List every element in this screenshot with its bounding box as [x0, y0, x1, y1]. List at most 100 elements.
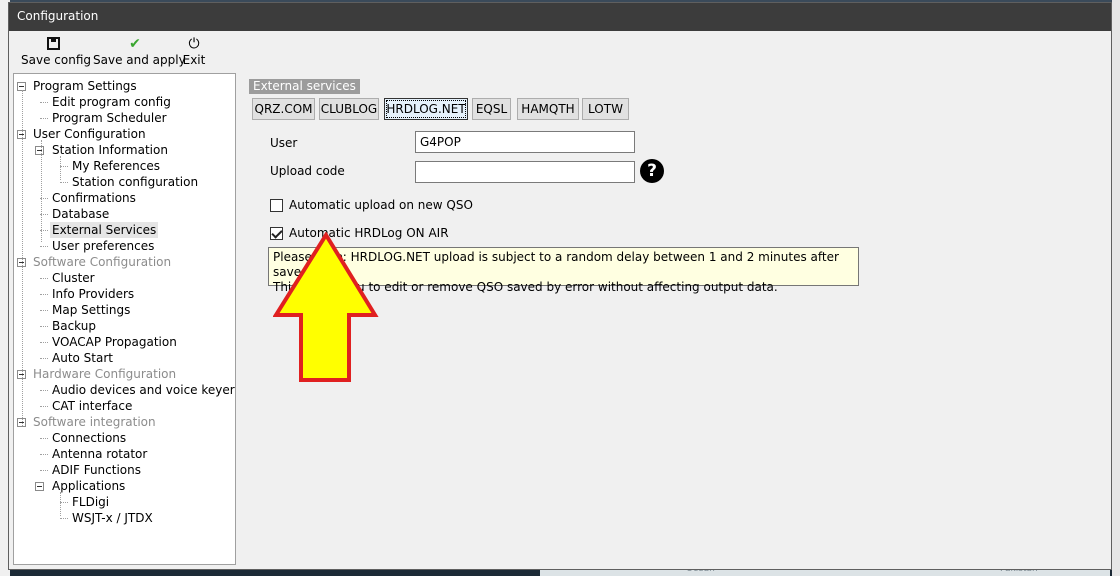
tree-item-my-references[interactable]: My References [14, 158, 235, 174]
tree-item-label: Cluster [52, 271, 95, 285]
upload-code-field[interactable] [415, 161, 635, 183]
tree-connector [40, 326, 48, 327]
tree-item-database[interactable]: Database [14, 206, 235, 222]
tree-connector [40, 246, 48, 247]
tree-connector [40, 470, 48, 471]
tree-item-backup[interactable]: Backup [14, 318, 235, 334]
exit-button[interactable]: ⏻ Exit [182, 35, 206, 69]
checkmark-icon: ✔ [129, 36, 141, 52]
tree-item-user-configuration[interactable]: User Configuration [14, 126, 235, 142]
tree-item-auto-start[interactable]: Auto Start [14, 350, 235, 366]
tree-connector [60, 182, 68, 183]
tab-clublog[interactable]: CLUBLOG [319, 98, 379, 120]
tree-item-label: WSJT-x / JTDX [72, 511, 153, 525]
tree-connector [40, 102, 48, 103]
tree-connector [60, 166, 68, 167]
tree-item-software-integration[interactable]: Software integration [14, 414, 235, 430]
tab-lotw[interactable]: LOTW [582, 98, 629, 120]
tree-item-audio-devices-and-voice-keyer[interactable]: Audio devices and voice keyer [14, 382, 235, 398]
tree-connector [41, 140, 42, 242]
tree-item-connections[interactable]: Connections [14, 430, 235, 446]
user-field[interactable] [415, 131, 635, 153]
tree-item-label: User Configuration [33, 127, 146, 141]
tree-item-label: VOACAP Propagation [52, 335, 177, 349]
tree-item-label: CAT interface [52, 399, 133, 413]
collapse-icon[interactable] [35, 482, 44, 491]
exit-label: Exit [182, 53, 206, 67]
tree-item-user-preferences[interactable]: User preferences [14, 238, 235, 254]
save-config-button[interactable]: Save config [21, 35, 91, 69]
tree-item-applications[interactable]: Applications [14, 478, 235, 494]
tree-item-confirmations[interactable]: Confirmations [14, 190, 235, 206]
tree-item-cat-interface[interactable]: CAT interface [14, 398, 235, 414]
tree-item-fldigi[interactable]: FLDigi [14, 494, 235, 510]
user-label: User [270, 136, 298, 150]
tree-connector [40, 438, 48, 439]
tree-item-label: Station configuration [72, 175, 199, 189]
tree-item-label: Database [52, 207, 110, 221]
title-bar[interactable]: Configuration [9, 3, 1111, 31]
auto-upload-checkbox[interactable] [270, 199, 283, 212]
tree-item-label: Antenna rotator [52, 447, 148, 461]
tree-item-label: My References [72, 159, 160, 173]
tree-item-adif-functions[interactable]: ADIF Functions [14, 462, 235, 478]
tree-item-label: Software Configuration [33, 255, 172, 269]
power-icon: ⏻ [188, 36, 200, 52]
tree-item-hardware-configuration[interactable]: Hardware Configuration [14, 366, 235, 382]
configuration-window: Configuration Save config ✔ Save and app… [8, 2, 1112, 570]
tree-item-info-providers[interactable]: Info Providers [14, 286, 235, 302]
upload-code-label: Upload code [270, 164, 345, 178]
tree-connector [60, 518, 68, 519]
tree-item-software-configuration[interactable]: Software Configuration [14, 254, 235, 270]
tree-item-wsjt-x-jtdx[interactable]: WSJT-x / JTDX [14, 510, 235, 526]
tree-item-cluster[interactable]: Cluster [14, 270, 235, 286]
tree-connector [40, 342, 48, 343]
tab-hrdlog-net[interactable]: HRDLOG.NET [384, 98, 468, 120]
tree-connector [40, 294, 48, 295]
tree-connector [60, 492, 61, 516]
group-caption: External services [249, 79, 360, 94]
tab-eqsl[interactable]: EQSL [472, 98, 511, 120]
tree-connector [40, 118, 48, 119]
tree-item-label: Auto Start [52, 351, 113, 365]
tree-item-label: Map Settings [52, 303, 131, 317]
tab-hamqth[interactable]: HAMQTH [517, 98, 579, 120]
tree-item-label: Station Information [52, 143, 168, 157]
settings-tree[interactable]: Program Settings Edit program config Progr… [13, 73, 236, 565]
tree-item-program-scheduler[interactable]: Program Scheduler [14, 110, 235, 126]
tree-item-station-information[interactable]: Station Information [14, 142, 235, 158]
tree-item-external-services[interactable]: External Services [14, 222, 235, 238]
tree-item-label: Program Scheduler [52, 111, 167, 125]
tab-qrz-com[interactable]: QRZ.COM [252, 98, 315, 120]
tree-item-station-configuration[interactable]: Station configuration [14, 174, 235, 190]
tree-connector [40, 406, 48, 407]
tree-item-label: Info Providers [52, 287, 135, 301]
tree-item-program-settings[interactable]: Program Settings [14, 78, 235, 94]
tree-item-label: ADIF Functions [52, 463, 141, 477]
tree-connector [40, 278, 48, 279]
save-and-apply-label: Save and apply [93, 53, 186, 67]
tree-item-label: Software integration [33, 415, 156, 429]
tree-item-label: Backup [52, 319, 96, 333]
tree-connector [40, 358, 48, 359]
window-title: Configuration [17, 9, 99, 23]
tree-connector [22, 90, 23, 426]
tree-item-label: Edit program config [52, 95, 171, 109]
tree-connector [60, 156, 61, 180]
annotation-arrow [273, 232, 379, 382]
tree-connector [40, 454, 48, 455]
save-and-apply-button[interactable]: ✔ Save and apply [93, 35, 186, 69]
tree-item-map-settings[interactable]: Map Settings [14, 302, 235, 318]
question-mark-icon[interactable]: ? [640, 159, 664, 183]
collapse-icon[interactable] [35, 146, 44, 155]
tree-item-edit-program-config[interactable]: Edit program config [14, 94, 235, 110]
tree-item-label: External Services [50, 222, 159, 238]
save-config-label: Save config [21, 53, 91, 67]
tree-item-label: FLDigi [72, 495, 110, 509]
tree-item-voacap-propagation[interactable]: VOACAP Propagation [14, 334, 235, 350]
up-arrow-icon [273, 232, 379, 382]
auto-upload-label[interactable]: Automatic upload on new QSO [289, 198, 473, 212]
tree-item-antenna-rotator[interactable]: Antenna rotator [14, 446, 235, 462]
tree-item-label: Connections [52, 431, 127, 445]
tree-connector [60, 502, 68, 503]
